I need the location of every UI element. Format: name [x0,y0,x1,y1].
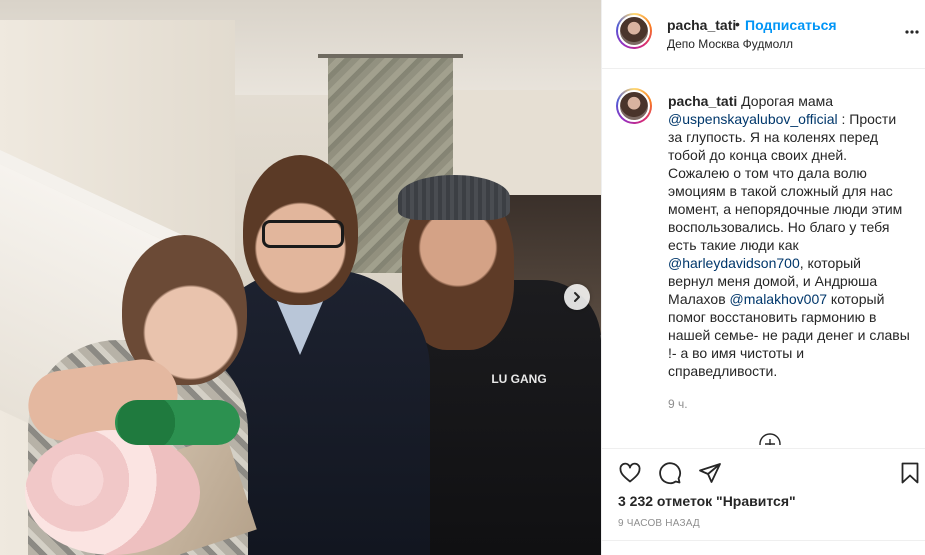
mention-link[interactable]: @harleydavidson700 [668,255,800,271]
avatar-image [618,15,650,47]
separator-dot: • [735,16,740,32]
caption-text: pacha_tati Дорогая мама @uspenskayalubov… [668,92,910,380]
post-sidebar: pacha_tati • Подписаться Депо Москва Фуд… [601,0,925,555]
caption-avatar[interactable] [616,88,652,124]
send-icon[interactable] [698,461,722,485]
divider [602,540,925,541]
mention-link[interactable]: @uspenskayalubov_official [668,111,838,127]
mention-link[interactable]: @malakhov007 [730,291,828,307]
glasses [262,220,344,248]
comment-icon[interactable] [658,461,682,485]
caption-username[interactable]: pacha_tati [668,93,737,109]
plus-circle-icon[interactable] [759,433,781,445]
post-photo[interactable]: LU GANG [0,0,601,555]
action-bar [602,448,925,496]
bookmark-icon[interactable] [898,461,922,485]
caption-fragment: Дорогая мама [737,93,834,109]
avatar[interactable] [616,13,652,49]
avatar-image [618,90,650,122]
username-link[interactable]: pacha_tati [667,17,736,33]
post-header: pacha_tati • Подписаться Депо Москва Фуд… [602,0,925,69]
next-photo-button[interactable] [564,284,590,310]
post-date[interactable]: 9 ЧАСОВ НАЗАД [618,518,700,529]
caption-time: 9 ч. [668,397,688,411]
location-link[interactable]: Депо Москва Фудмолл [667,37,793,51]
caption-fragment: : Прости за глупость. Я на коленях перед… [668,111,903,253]
flower-bouquet [25,430,200,555]
likes-count[interactable]: 3 232 отметок "Нравится" [618,493,796,509]
more-options-icon[interactable] [904,24,920,40]
comments-area: pacha_tati Дорогая мама @uspenskayalubov… [602,70,925,445]
crochet-toy [115,400,240,445]
chevron-right-icon [574,292,580,302]
shirt-print: LU GANG [491,372,547,386]
heart-icon[interactable] [618,461,642,485]
follow-button[interactable]: Подписаться [745,17,837,33]
flat-cap [398,175,510,220]
